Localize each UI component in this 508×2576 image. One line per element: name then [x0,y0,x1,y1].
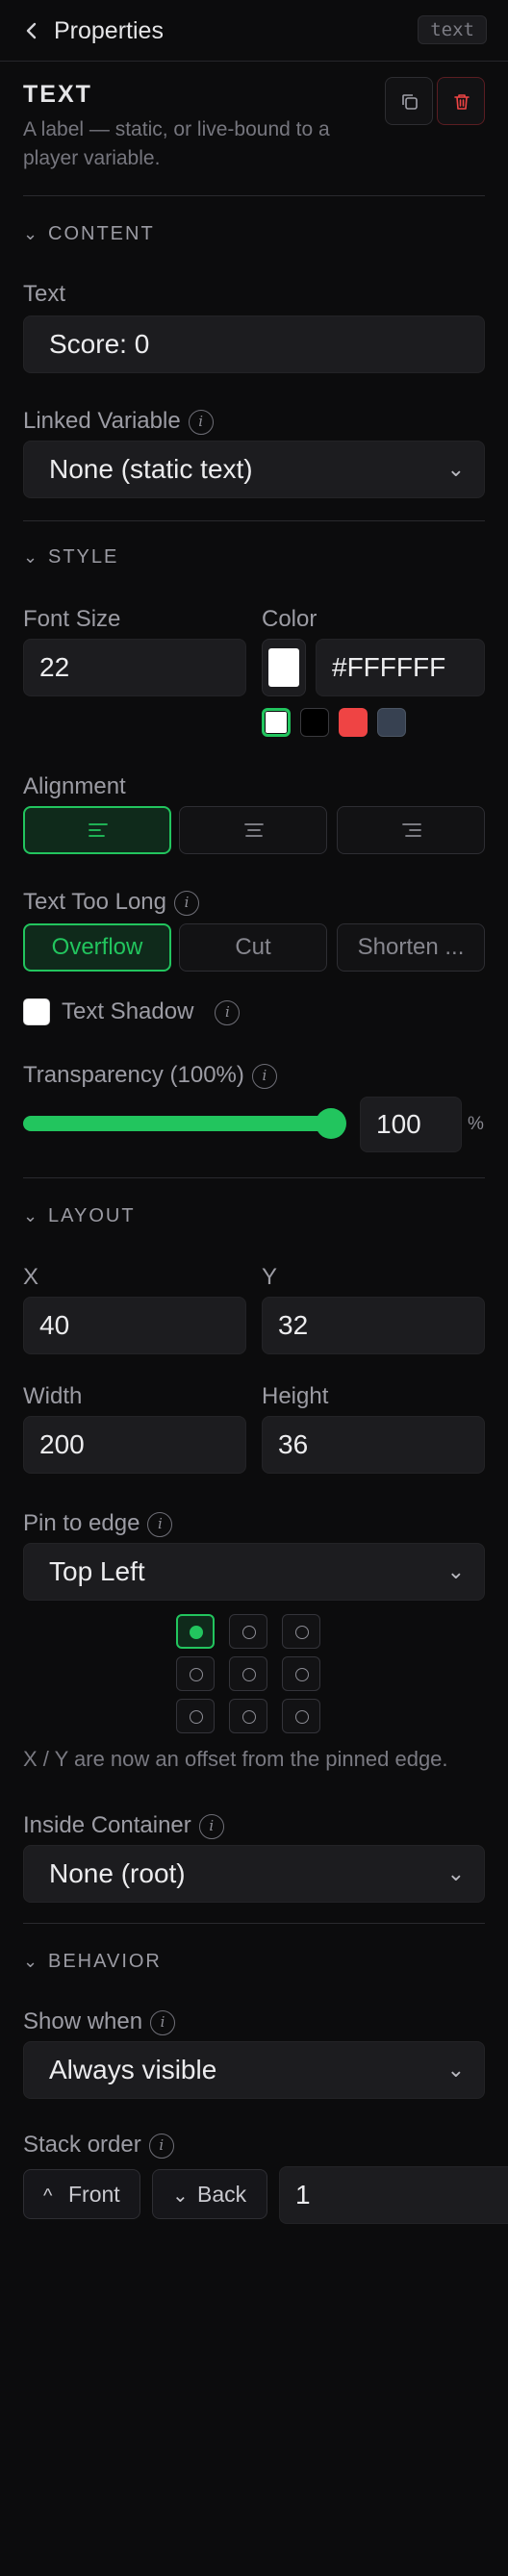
top-bar: Properties text [0,0,508,62]
align-center-icon [244,823,264,837]
info-icon[interactable]: i [148,2134,174,2159]
alignment-label: Alignment [23,773,126,799]
element-title: TEXT [23,81,92,108]
transparency-slider-thumb[interactable] [316,1108,346,1139]
show-when-select[interactable]: Always visible ⌄ [23,2041,485,2099]
width-label: Width [23,1383,83,1409]
chevron-down-icon: ⌄ [23,1952,40,1971]
height-input[interactable]: 36 [262,1416,485,1474]
chevron-left-icon[interactable] [21,17,44,44]
stack-order-label: Stack order i [23,2132,174,2159]
element-type-tag: text [418,15,487,44]
divider [23,1177,485,1178]
pin-bottom-right[interactable] [282,1699,320,1733]
linked-variable-label: Linked Variable i [23,408,214,435]
x-input[interactable]: 40 [23,1297,246,1354]
overflow-option-overflow[interactable]: Overflow [23,923,171,972]
section-layout-header[interactable]: ⌄ LAYOUT [23,1205,136,1227]
chevron-down-icon: ⌄ [172,2185,189,2207]
pin-to-edge-label: Pin to edge i [23,1510,173,1537]
inside-container-label: Inside Container i [23,1812,224,1839]
x-label: X [23,1264,39,1290]
pin-top-center[interactable] [229,1614,267,1649]
chevron-up-icon: ^ [43,2185,53,2207]
chevron-down-icon: ⌄ [446,2058,465,2082]
element-description: A label — static, or live-bound to a pla… [23,118,330,169]
pin-hint-text: X / Y are now an offset from the pinned … [23,1747,448,1771]
divider [23,195,485,196]
align-left-button[interactable] [23,806,171,854]
chevron-down-icon: ⌄ [446,1861,465,1885]
y-input[interactable]: 32 [262,1297,485,1354]
info-icon[interactable]: i [251,1064,277,1089]
pin-bottom-center[interactable] [229,1699,267,1733]
info-icon[interactable]: i [150,2010,176,2035]
transparency-label: Transparency (100%) i [23,1062,277,1089]
align-left-icon [89,823,108,837]
color-label: Color [262,606,318,632]
overflow-option-shorten[interactable]: Shorten ... [337,923,485,972]
pin-middle-right[interactable] [282,1656,320,1691]
color-preview-button[interactable] [262,639,306,696]
height-label: Height [262,1383,329,1409]
divider [23,520,485,521]
text-input[interactable]: Score: 0 [23,316,485,373]
text-shadow-label: Text Shadow i [62,998,241,1025]
font-size-input[interactable]: 22 [23,639,246,696]
width-input[interactable]: 200 [23,1416,246,1474]
swatch-white[interactable] [262,708,291,737]
chevron-down-icon: ⌄ [446,457,465,481]
chevron-down-icon: ⌄ [446,1559,465,1583]
info-icon[interactable]: i [198,1814,224,1839]
bring-front-button[interactable]: ^ Front [23,2169,140,2219]
linked-variable-select[interactable]: None (static text) ⌄ [23,441,485,498]
pin-top-right[interactable] [282,1614,320,1649]
swatch-slate[interactable] [377,708,406,737]
inside-container-select[interactable]: None (root) ⌄ [23,1845,485,1903]
chevron-down-icon: ⌄ [23,1206,40,1225]
text-too-long-label: Text Too Long i [23,889,200,916]
divider [23,1923,485,1924]
pin-to-edge-select[interactable]: Top Left ⌄ [23,1543,485,1601]
duplicate-button[interactable] [385,77,433,125]
swatch-black[interactable] [300,708,329,737]
info-icon[interactable]: i [188,410,214,435]
pin-top-left[interactable] [176,1614,215,1649]
copy-icon [402,94,418,110]
info-icon[interactable]: i [147,1512,173,1537]
panel-title: Properties [54,17,164,44]
pin-bottom-left[interactable] [176,1699,215,1733]
align-right-icon [402,823,421,837]
delete-button[interactable] [437,77,485,125]
info-icon[interactable]: i [215,1000,241,1025]
text-shadow-checkbox[interactable] [23,998,50,1025]
show-when-label: Show when i [23,2008,176,2035]
pin-center[interactable] [229,1656,267,1691]
section-style-header[interactable]: ⌄ STYLE [23,546,118,568]
section-content-header[interactable]: ⌄ CONTENT [23,223,155,245]
color-hex-input[interactable]: #FFFFFF [316,639,485,696]
transparency-slider-track[interactable] [23,1116,333,1131]
chevron-down-icon: ⌄ [23,224,40,243]
y-label: Y [262,1264,278,1290]
send-back-button[interactable]: ⌄ Back [152,2169,267,2219]
chevron-down-icon: ⌄ [23,547,40,567]
pin-middle-left[interactable] [176,1656,215,1691]
transparency-unit: % [468,1114,484,1134]
font-size-label: Font Size [23,606,121,632]
align-center-button[interactable] [179,806,327,854]
overflow-option-cut[interactable]: Cut [179,923,327,972]
stack-order-input[interactable]: 1 [279,2166,508,2224]
transparency-input[interactable]: 100 [360,1097,462,1152]
text-label: Text [23,281,66,307]
section-behavior-header[interactable]: ⌄ BEHAVIOR [23,1951,162,1973]
swatch-red[interactable] [339,708,368,737]
trash-icon [454,94,470,110]
info-icon[interactable]: i [174,891,200,916]
align-right-button[interactable] [337,806,485,854]
